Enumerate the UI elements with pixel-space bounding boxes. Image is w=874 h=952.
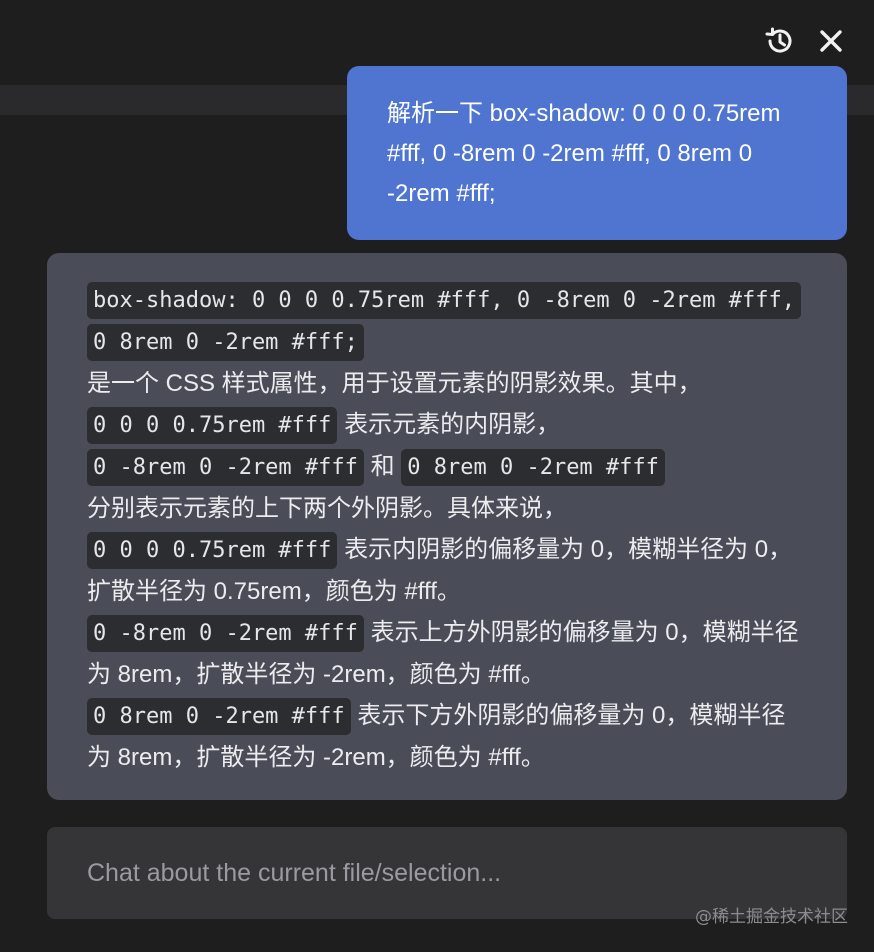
watermark: @稀土掘金技术社区 [695,907,848,927]
history-icon [765,27,792,53]
assistant-message: box-shadow: 0 0 0 0.75rem #fff, 0 -8rem … [47,253,847,800]
code-box-shadow-full: box-shadow: 0 0 0 0.75rem #fff, 0 -8rem … [87,282,801,361]
user-message-text: 解析一下 box-shadow: 0 0 0 0.75rem #fff, 0 -… [387,100,781,207]
assistant-intro-text: 是一个 CSS 样式属性，用于设置元素的阴影效果。其中， [87,370,702,397]
code-top-shadow: 0 -8rem 0 -2rem #fff [87,449,364,486]
and-text: 和 [370,453,395,480]
close-button[interactable] [814,24,848,58]
outer-shadow-desc: 分别表示元素的上下两个外阴影。具体来说， [87,495,567,522]
user-message: 解析一下 box-shadow: 0 0 0 0.75rem #fff, 0 -… [347,66,847,240]
close-icon [820,30,842,52]
chat-panel: 解析一下 box-shadow: 0 0 0 0.75rem #fff, 0 -… [0,0,874,952]
code-bottom-shadow: 0 8rem 0 -2rem #fff [401,449,665,486]
header-actions [762,24,848,58]
history-button[interactable] [762,24,796,58]
code-inner-shadow-2: 0 0 0 0.75rem #fff [87,532,338,569]
code-inner-shadow: 0 0 0 0.75rem #fff [87,407,338,444]
code-bottom-shadow-2: 0 8rem 0 -2rem #fff [87,698,351,735]
code-top-shadow-2: 0 -8rem 0 -2rem #fff [87,615,364,652]
inner-shadow-desc: 表示元素的内阴影， [344,411,561,438]
